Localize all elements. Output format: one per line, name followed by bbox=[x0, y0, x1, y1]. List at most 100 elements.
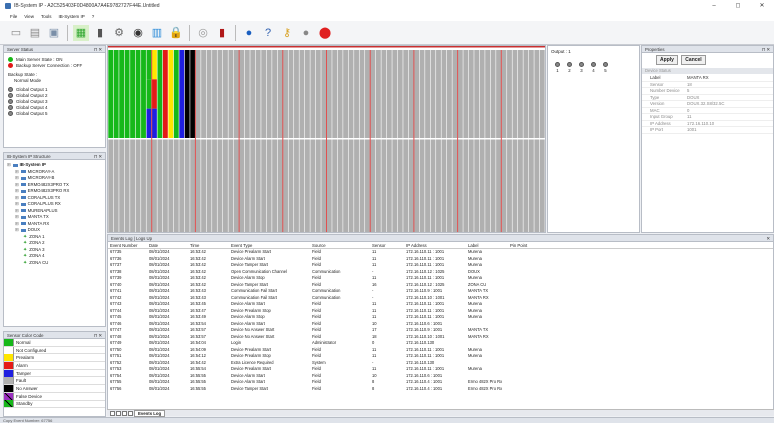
sensor-cell[interactable] bbox=[479, 139, 485, 233]
sensor-cell[interactable] bbox=[523, 50, 529, 138]
sensor-cell[interactable] bbox=[408, 139, 414, 233]
sensor-cell[interactable] bbox=[403, 50, 409, 138]
sensor-cell[interactable] bbox=[425, 50, 430, 138]
sensor-cell[interactable] bbox=[168, 50, 174, 138]
col-event-number[interactable]: Event Number bbox=[108, 242, 149, 248]
help-icon[interactable]: ? bbox=[260, 25, 276, 41]
sensor-cell[interactable] bbox=[436, 50, 441, 138]
sensor-cell[interactable] bbox=[463, 50, 469, 138]
menu-tools[interactable]: Tools bbox=[41, 14, 52, 19]
sensor-cell[interactable] bbox=[414, 139, 420, 233]
sensor-cell[interactable] bbox=[223, 139, 228, 233]
sensor-cell[interactable] bbox=[326, 50, 332, 138]
settings-icon[interactable]: ⚙ bbox=[111, 25, 127, 41]
sensor-cell[interactable] bbox=[490, 139, 496, 233]
sensor-cell[interactable] bbox=[135, 139, 141, 233]
sensor-cell[interactable] bbox=[392, 139, 398, 233]
sensor-cell[interactable] bbox=[343, 139, 349, 233]
sensor-cell[interactable] bbox=[162, 50, 168, 138]
sensor-cell[interactable] bbox=[474, 50, 480, 138]
sensor-cell[interactable] bbox=[365, 50, 370, 138]
output-pin-3[interactable]: 3 bbox=[578, 62, 585, 73]
sensor-cell[interactable] bbox=[277, 50, 283, 138]
sensor-cell[interactable] bbox=[474, 139, 480, 233]
sensor-cell[interactable] bbox=[354, 139, 359, 233]
sensor-cell[interactable] bbox=[321, 139, 327, 233]
sensor-cell[interactable] bbox=[157, 50, 163, 138]
sensor-cell[interactable] bbox=[135, 50, 141, 138]
sensor-cell[interactable] bbox=[152, 79, 157, 109]
sensor-cell[interactable] bbox=[283, 139, 288, 233]
sensor-cell[interactable] bbox=[359, 50, 365, 138]
sensor-cell[interactable] bbox=[397, 139, 403, 233]
sensor-cell[interactable] bbox=[332, 139, 338, 233]
sensor-cell[interactable] bbox=[244, 139, 250, 233]
sensor-cell[interactable] bbox=[539, 50, 545, 138]
sensor-cell[interactable] bbox=[130, 139, 136, 233]
sensor-cell[interactable] bbox=[266, 139, 272, 233]
sensor-cell[interactable] bbox=[337, 50, 343, 138]
maximize-button[interactable]: ◻ bbox=[726, 0, 750, 12]
sensor-cell[interactable] bbox=[233, 50, 239, 138]
sensor-cell[interactable] bbox=[375, 139, 381, 233]
sensor-cell[interactable] bbox=[212, 139, 217, 233]
col-date[interactable]: Date bbox=[149, 242, 190, 248]
sensor-cell[interactable] bbox=[261, 50, 267, 138]
sensor-cell[interactable] bbox=[283, 50, 288, 138]
sensor-cell[interactable] bbox=[244, 50, 250, 138]
sensor-cell[interactable] bbox=[152, 139, 157, 233]
sensor-cell[interactable] bbox=[321, 50, 327, 138]
tab-nav-last[interactable] bbox=[128, 410, 133, 416]
sensor-cell[interactable] bbox=[217, 139, 223, 233]
record-icon[interactable]: ● bbox=[298, 25, 314, 41]
sensor-cell[interactable] bbox=[332, 50, 338, 138]
sensor-cell[interactable] bbox=[250, 139, 256, 233]
sensor-cell[interactable] bbox=[146, 108, 152, 138]
sensor-cell[interactable] bbox=[425, 139, 430, 233]
sensor-cell[interactable] bbox=[288, 50, 294, 138]
sensor-cell[interactable] bbox=[507, 139, 512, 233]
sensor-cell[interactable] bbox=[272, 139, 278, 233]
sensor-cell[interactable] bbox=[365, 139, 370, 233]
menu-view[interactable]: View bbox=[24, 14, 34, 19]
expand-icon[interactable]: ⊞ bbox=[7, 162, 11, 169]
sensor-cell[interactable] bbox=[528, 139, 534, 233]
sensor-cell[interactable] bbox=[304, 139, 310, 233]
sensor-cell[interactable] bbox=[468, 50, 474, 138]
tab-events-log[interactable]: Events Log bbox=[134, 409, 166, 417]
output-pin-5[interactable]: 5 bbox=[602, 62, 609, 73]
sensor-cell[interactable] bbox=[446, 50, 452, 138]
network-icon[interactable]: ▥ bbox=[149, 25, 165, 41]
sensor-cell[interactable] bbox=[485, 139, 491, 233]
menu-help[interactable]: ? bbox=[92, 14, 95, 19]
sensor-cell[interactable] bbox=[315, 139, 321, 233]
col-label[interactable]: Label bbox=[468, 242, 510, 248]
sensor-cell[interactable] bbox=[228, 139, 234, 233]
sensor-cell[interactable] bbox=[239, 139, 245, 233]
sensor-cell[interactable] bbox=[517, 50, 523, 138]
sensor-cell[interactable] bbox=[534, 50, 540, 138]
sensor-cell[interactable] bbox=[255, 139, 261, 233]
sensor-cell[interactable] bbox=[146, 50, 152, 80]
sensor-cell[interactable] bbox=[173, 139, 179, 233]
col-event-type[interactable]: Event Type bbox=[231, 242, 312, 248]
sensor-cell[interactable] bbox=[190, 50, 196, 138]
sensor-icon[interactable]: ◎ bbox=[195, 25, 211, 41]
sensor-cell[interactable] bbox=[299, 139, 305, 233]
sensor-cell[interactable] bbox=[403, 139, 409, 233]
sensor-cell[interactable] bbox=[113, 139, 119, 233]
sensor-cell[interactable] bbox=[392, 50, 398, 138]
col-pin-point[interactable]: Pin Point bbox=[510, 242, 550, 248]
sensor-cell[interactable] bbox=[452, 50, 458, 138]
sensor-cell[interactable] bbox=[119, 50, 125, 138]
sensor-cell[interactable] bbox=[381, 139, 387, 233]
sensor-cell[interactable] bbox=[152, 108, 157, 138]
sensor-cell[interactable] bbox=[310, 50, 316, 138]
sensor-cell[interactable] bbox=[348, 50, 354, 138]
tree-item[interactable]: ✦ ZONA CU bbox=[4, 260, 105, 267]
sensor-cell[interactable] bbox=[315, 50, 321, 138]
pin-close-icon[interactable]: ⊓ ✕ bbox=[762, 46, 770, 52]
pin-close-icon[interactable]: ⊓ ✕ bbox=[94, 332, 102, 338]
sensor-cell[interactable] bbox=[130, 50, 136, 138]
sensor-cell[interactable] bbox=[108, 139, 114, 233]
